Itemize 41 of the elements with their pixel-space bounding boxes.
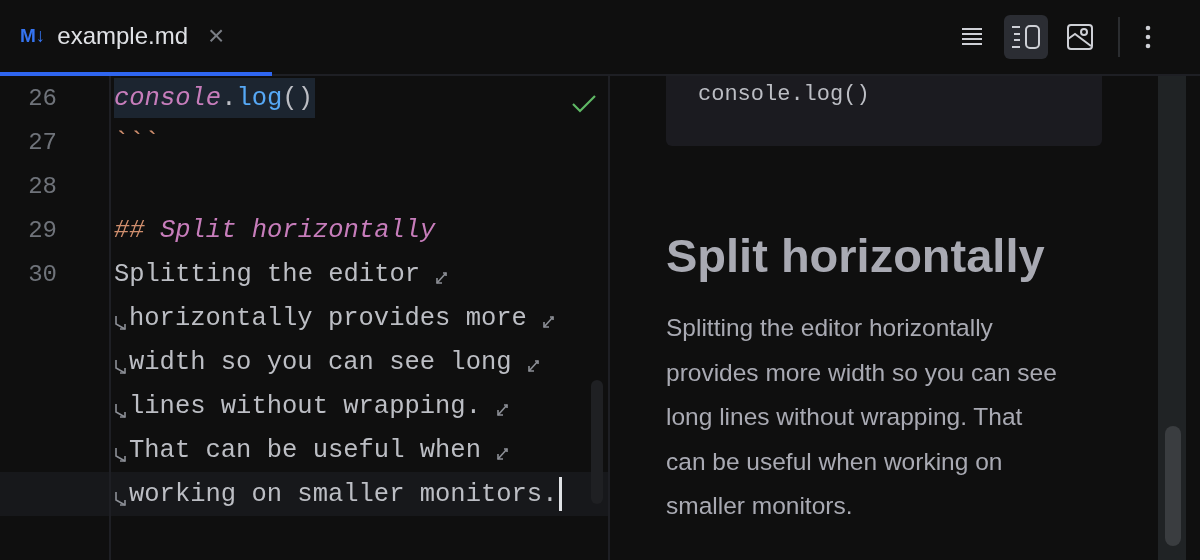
- code-text: Split horizontally: [159, 215, 436, 245]
- soft-wrap-icon: [114, 402, 128, 420]
- soft-wrap-icon: [114, 314, 128, 332]
- code-text: Splitting the editor: [114, 259, 421, 289]
- code-text: ##: [114, 215, 146, 245]
- soft-wrap-icon: [540, 315, 555, 329]
- soft-wrap-icon: [114, 358, 128, 376]
- tab-title: example.md: [57, 22, 189, 50]
- code-text: (): [282, 83, 313, 113]
- lines-icon: [961, 26, 983, 48]
- code-text: .: [221, 83, 237, 113]
- code-text: console.log(): [698, 82, 870, 107]
- split-view-icon: [1011, 24, 1041, 50]
- code-text: console: [114, 83, 222, 113]
- code-text: log: [236, 83, 283, 113]
- split-view-button[interactable]: [1004, 15, 1048, 59]
- soft-wrap-icon: [494, 447, 509, 461]
- code-text: width so you can see long: [129, 347, 512, 377]
- soft-wrap-icon: [525, 359, 540, 373]
- code-text: That can be useful when: [129, 435, 481, 465]
- more-icon: [1145, 25, 1151, 49]
- line-number: 30: [27, 260, 57, 288]
- soft-wrap-icon: [434, 271, 449, 285]
- close-button[interactable]: ×: [208, 22, 225, 50]
- soft-wrap-icon: [114, 446, 128, 464]
- soft-wrap-icon: [494, 403, 509, 417]
- code-text: working on smaller monitors.: [129, 479, 558, 509]
- scrollbar-thumb[interactable]: [1165, 426, 1181, 546]
- markdown-icon: M↓: [20, 25, 46, 47]
- text-cursor: [559, 477, 563, 511]
- image-icon: [1067, 24, 1093, 50]
- preview-paragraph: Splitting the editor horizontally provides more width so you can see long lines without wrapping. That can be useful when working on smaller monitors.: [666, 313, 1058, 521]
- soft-wrap-icon: [114, 490, 128, 508]
- code-text: lines without wrapping.: [129, 391, 481, 421]
- code-text: ```: [114, 127, 160, 157]
- line-number: 27: [27, 128, 57, 156]
- preview-heading: Split horizontally: [666, 228, 1046, 284]
- line-number: 26: [27, 84, 57, 112]
- line-number: 28: [27, 172, 57, 200]
- line-number: 29: [27, 216, 57, 244]
- code-text: horizontally provides more: [129, 303, 527, 333]
